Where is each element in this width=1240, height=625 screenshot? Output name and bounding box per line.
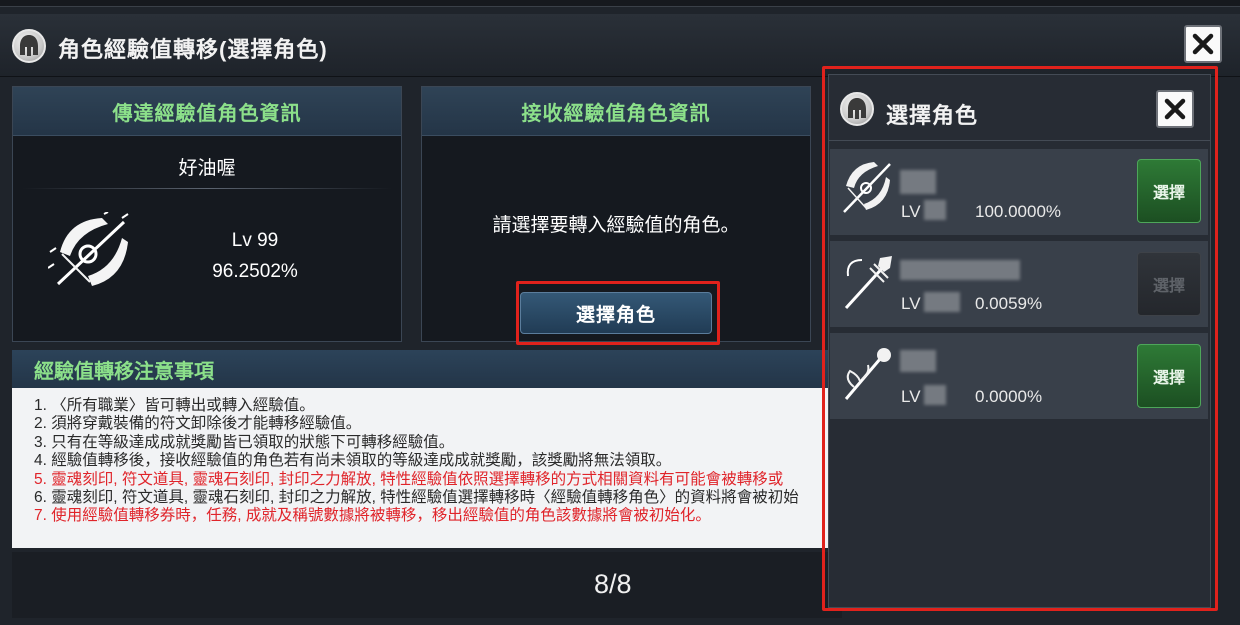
notice-item: 3. 只有在等級達成成就獎勵皆已領取的狀態下可轉移經驗值。 [34,433,455,451]
receiver-prompt: 請選擇要轉入經驗值的角色。 [492,215,740,236]
divider [22,188,392,189]
pagination-bar [12,552,842,618]
notice-list: 1. 〈所有職業〉皆可轉出或轉入經驗值。 2. 須將穿戴裝備的符文卸除後才能轉移… [12,388,842,548]
notice-item: 6. 靈魂刻印, 符文道具, 靈魂石刻印, 封印之力解放, 特性經驗值選擇轉移時… [34,489,799,507]
spartan-helmet-icon [12,29,46,63]
notice-item: 7. 使用經驗值轉移券時，任務, 成就及稱號數據將被轉移，移出經驗值的角色該數據… [34,507,711,525]
notice-item: 1. 〈所有職業〉皆可轉出或轉入經驗值。 [34,397,315,414]
highlight-box [822,66,1218,611]
window-close-button[interactable] [1184,25,1222,63]
sender-panel-header: 傳達經驗值角色資訊 [13,87,401,136]
notice-item: 2. 須將穿戴裝備的符文卸除後才能轉移經驗值。 [34,415,362,433]
select-character-button[interactable]: 選擇角色 [520,292,712,334]
bow-icon [47,211,134,294]
sender-character-name: 好油喔 [178,158,236,179]
page-indicator: 8/8 [594,569,632,599]
notice-item: 4. 經驗值轉移後，接收經驗值的角色若有尚未領取的等級達成成就獎勵，該獎勵將無法… [34,452,672,470]
notice-item: 5. 靈魂刻印, 符文道具, 靈魂石刻印, 封印之力解放, 特性經驗值依照選擇轉… [34,470,784,488]
notice-header: 經驗值轉移注意事項 [12,350,842,388]
window-title: 角色經驗值轉移(選擇角色) [58,37,328,62]
receiver-panel-header: 接收經驗值角色資訊 [422,87,810,136]
sender-level: Lv 99 [231,230,279,251]
close-icon [1192,33,1214,55]
sender-exp-percent: 96.2502% [212,261,298,282]
